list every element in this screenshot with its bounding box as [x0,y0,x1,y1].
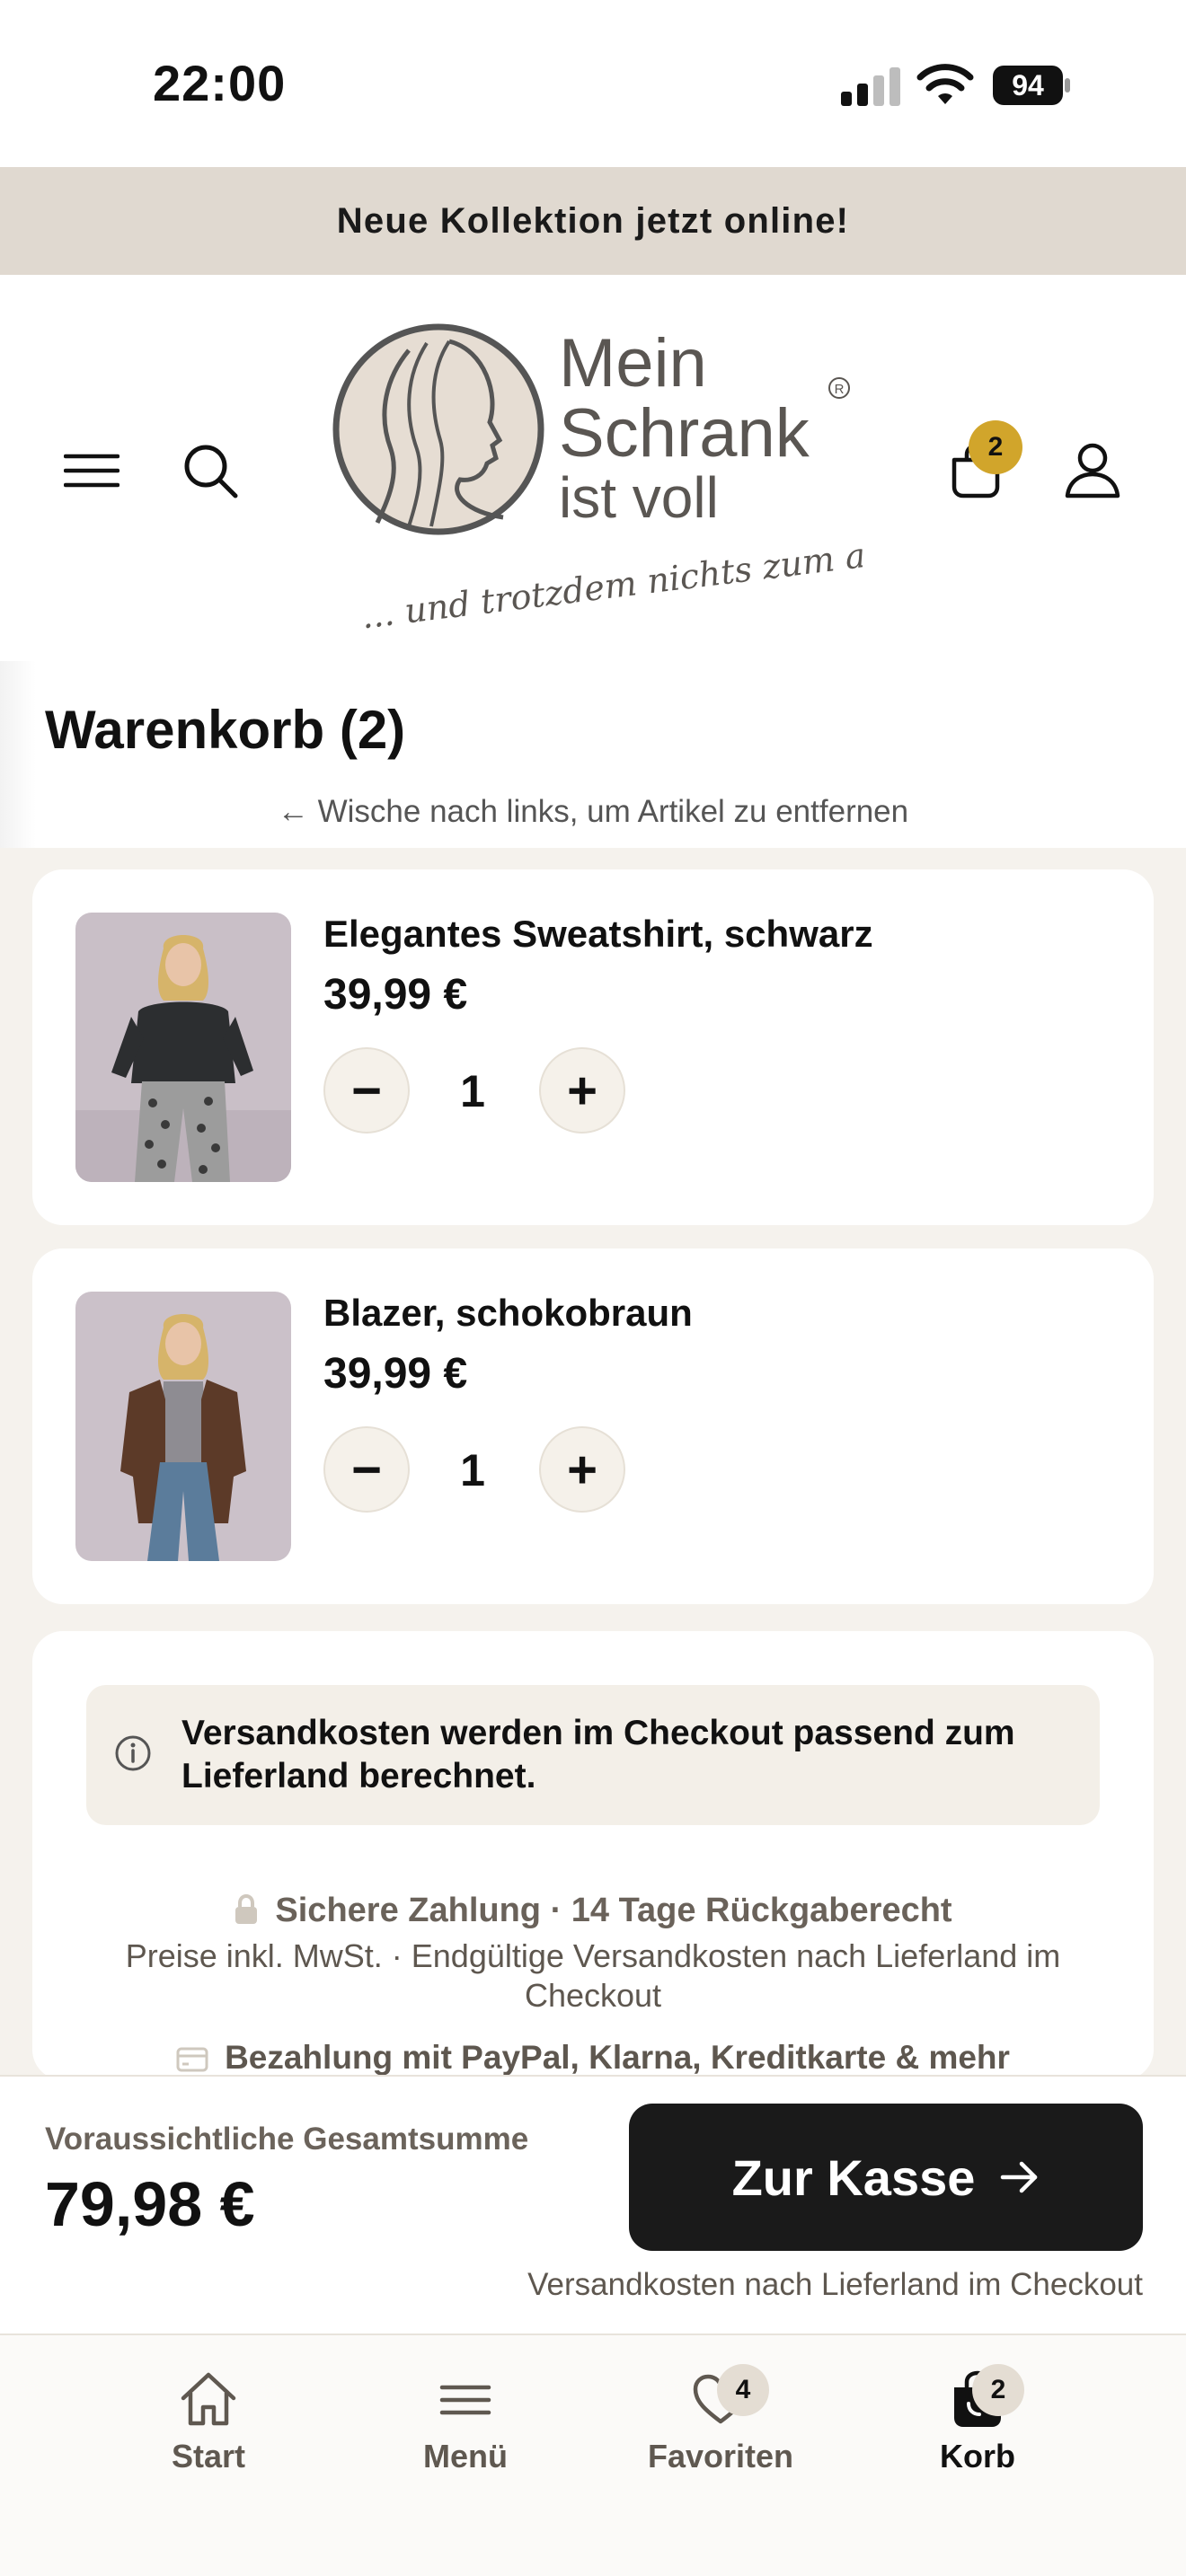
payment-methods: Bezahlung mit PayPal, Klarna, Kreditkart… [0,2039,1186,2077]
signal-icon [841,67,900,106]
logo-line-3: ist voll [559,465,719,530]
tab-menu[interactable]: Menü [358,2368,573,2475]
product-price: 39,99 € [323,971,468,1019]
trust-text: Sichere Zahlung · 14 Tage Rückgaberecht [275,1892,952,1929]
logo-line-2: Schrank [559,395,810,472]
product-name[interactable]: Elegantes Sweatshirt, schwarz [323,913,873,956]
tax-info: Preise inkl. MwSt. · Endgültige Versandk… [125,1937,1061,2014]
announcement-text: Neue Kollektion jetzt online! [336,200,850,241]
announcement-bar[interactable]: Neue Kollektion jetzt online! [0,167,1186,275]
product-name[interactable]: Blazer, schokobraun [323,1292,693,1335]
svg-text:R: R [835,382,845,397]
tab-label: Korb [940,2438,1015,2475]
quantity-value: 1 [460,1445,485,1495]
lock-icon [235,1894,258,1924]
payment-text: Bezahlung mit PayPal, Klarna, Kreditkart… [225,2039,1010,2076]
search-button[interactable] [178,438,243,503]
decrease-qty-button[interactable]: − [323,1426,410,1513]
logo-graphic: Mein Schrank ist voll R ... und trotzdem… [332,323,1015,636]
trust-line: Sichere Zahlung · 14 Tage Rückgaberecht [0,1892,1186,1930]
user-icon [1065,443,1120,498]
total-label: Voraussichtliche Gesamtsumme [45,2122,529,2157]
hamburger-icon [64,454,119,488]
increase-qty-button[interactable]: + [539,1426,625,1513]
search-icon [184,445,238,498]
checkout-button[interactable]: Zur Kasse [629,2104,1143,2251]
page-title: Warenkorb (2) [45,700,406,760]
swipe-hint: ← Wische nach links, um Artikel zu entfe… [277,794,909,829]
product-image[interactable] [75,913,291,1182]
tab-label: Favoriten [647,2438,794,2475]
logo-line-1: Mein [559,325,707,401]
cart-count-badge: 2 [969,420,1022,474]
cart-tab-count-badge: 2 [972,2364,1024,2416]
checkout-label: Zur Kasse [731,2148,976,2206]
product-image[interactable] [75,1292,291,1561]
shipping-note: Versandkosten nach Lieferland im Checkou… [527,2267,1143,2302]
battery-level: 94 [1012,68,1044,101]
wifi-icon [916,64,974,104]
brand-logo[interactable]: Mein Schrank ist voll R ... und trotzdem… [323,314,1015,636]
shipping-notice-text: Versandkosten werden im Checkout passend… [181,1714,1015,1795]
tab-label: Menü [423,2438,508,2475]
quantity-value: 1 [460,1066,485,1116]
favorites-count-badge: 4 [717,2364,769,2416]
product-price: 39,99 € [323,1350,468,1398]
tab-label: Start [171,2438,246,2475]
info-icon [115,1735,151,1771]
battery-indicator: 94 [992,65,1071,106]
hamburger-menu-button[interactable] [59,438,124,503]
total-amount: 79,98 € [45,2169,255,2239]
increase-qty-button[interactable]: + [539,1047,625,1134]
arrow-right-icon [1001,2161,1038,2193]
decrease-qty-button[interactable]: − [323,1047,410,1134]
menu-icon [439,2385,491,2415]
tab-start[interactable]: Start [101,2368,316,2475]
credit-card-icon [176,2047,208,2072]
home-icon [181,2372,236,2426]
account-button[interactable] [1060,438,1125,503]
status-time: 22:00 [153,55,287,111]
